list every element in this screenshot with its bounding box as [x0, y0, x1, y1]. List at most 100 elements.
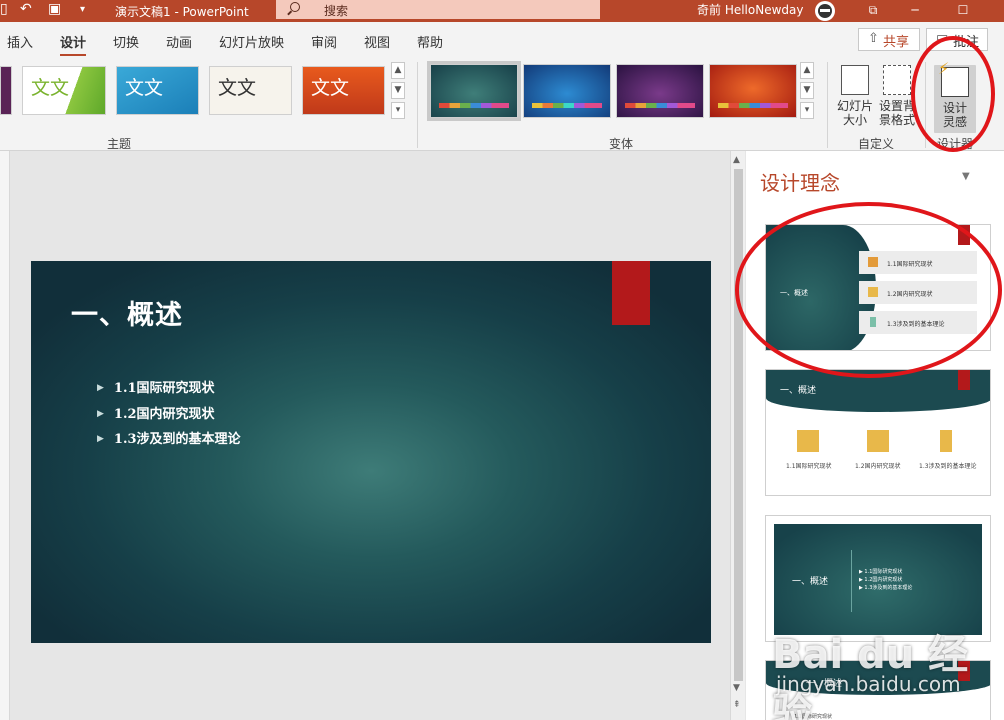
variants-group-label: 变体 — [609, 137, 634, 151]
idea-row: 1.1国际研究现状 — [859, 251, 977, 274]
variant-up-arrow[interactable]: ▲ — [800, 62, 814, 79]
idea-title: 一、概述 — [780, 386, 817, 396]
design-ideas-button[interactable]: 设计灵感 — [934, 62, 976, 133]
slide-size-icon — [841, 65, 869, 95]
tab-insert[interactable]: 插入 — [7, 32, 33, 51]
themes-group-label: 主题 — [107, 137, 132, 151]
document-title: 演示文稿1 - PowerPoint — [115, 5, 249, 19]
variant-palette — [625, 103, 695, 108]
editor-scrollbar[interactable]: ▲ ▼ ⇞ — [730, 151, 745, 720]
idea-divider — [851, 550, 852, 612]
books-icon — [868, 257, 878, 267]
scroll-prev-slide-arrow[interactable]: ⇞ — [733, 700, 741, 710]
library-icon — [867, 430, 889, 452]
tab-slideshow[interactable]: 幻灯片放映 — [219, 32, 284, 51]
slide-title[interactable]: 一、概述 — [71, 293, 183, 332]
theme-thumb-green[interactable]: 文文 — [22, 66, 106, 115]
variant-more-arrow[interactable]: ▾ — [800, 102, 814, 119]
variant-red[interactable] — [709, 64, 797, 118]
slide-bullet: 1.1国际研究现状 — [97, 377, 241, 403]
slide-editor: 一、概述 1.1国际研究现状 1.2国内研究现状 1.3涉及到的基本理论 — [0, 151, 730, 720]
scroll-down-arrow[interactable]: ▼ — [733, 683, 740, 693]
tab-help[interactable]: 帮助 — [417, 32, 443, 51]
undo-icon[interactable]: ↶ — [20, 1, 32, 17]
idea-title: 一、概述 — [792, 577, 829, 587]
idea-title: 一、概述 — [780, 289, 808, 297]
variant-palette — [439, 103, 509, 108]
slide-bullet: 1.2国内研究现状 — [97, 403, 241, 429]
group-separator — [417, 62, 418, 148]
ribbon-body: 文文 文文 文文 文文 ▲ ▼ ▾ 主题 ▲ ▼ ▾ 变体 幻灯片大小 设置背景… — [0, 56, 1004, 151]
idea-caption: 1.1国际研究现状 — [786, 463, 832, 470]
customize-group-label: 自定义 — [858, 137, 895, 151]
person-icon — [870, 317, 876, 327]
theme-sample-text: 文文 — [125, 77, 164, 99]
theme-thumb-partial[interactable] — [0, 66, 12, 115]
library-icon — [868, 287, 878, 297]
watermark-logo: Bai du 经验 — [772, 632, 969, 720]
idea-caption: 1.3涉及到的基本理论 — [919, 463, 977, 470]
theme-thumb-orange[interactable]: 文文 — [302, 66, 385, 115]
format-background-icon — [883, 65, 911, 95]
scroll-thumb[interactable] — [734, 169, 743, 681]
format-background-label: 设置背景格式 — [878, 99, 915, 127]
search-box[interactable]: 搜索 — [276, 0, 600, 19]
theme-thumb-beige[interactable]: 文文 — [209, 66, 292, 115]
design-ideas-icon — [938, 62, 969, 97]
ribbon-display-options-icon[interactable]: ⧉ — [858, 0, 888, 22]
variant-purple[interactable] — [616, 64, 704, 118]
tab-design[interactable]: 设计 — [60, 32, 87, 57]
theme-sample-text: 文文 — [218, 77, 257, 99]
watermark-url: jingyan.baidu.com — [776, 672, 961, 696]
group-separator — [925, 62, 926, 148]
person-icon — [940, 430, 952, 452]
user-name[interactable]: 奇前 HelloNewday — [697, 1, 803, 18]
gallery-up-arrow[interactable]: ▲ — [391, 62, 405, 79]
present-icon[interactable]: ▣ — [48, 1, 61, 17]
current-slide[interactable]: 一、概述 1.1国际研究现状 1.2国内研究现状 1.3涉及到的基本理论 — [31, 261, 711, 643]
tab-review[interactable]: 审阅 — [311, 32, 337, 51]
avatar[interactable] — [815, 1, 835, 21]
search-icon — [290, 2, 300, 12]
search-placeholder: 搜索 — [324, 4, 349, 18]
tab-transitions[interactable]: 切换 — [113, 32, 139, 51]
slide-size-label: 幻灯片大小 — [836, 99, 873, 127]
pane-options-icon[interactable]: ▼ — [962, 171, 970, 182]
idea-row-label: 1.2国内研究现状 — [887, 291, 933, 298]
format-background-button[interactable]: 设置背景格式 — [876, 65, 918, 127]
design-idea-1[interactable]: 一、概述 1.1国际研究现状 1.2国内研究现状 1.3涉及到的基本理论 — [765, 224, 991, 351]
customize-quick-access-icon[interactable]: ▾ — [80, 4, 85, 15]
idea-item: ▶ 1.2国内研究现状 — [859, 577, 903, 583]
theme-sample-text: 文文 — [31, 77, 70, 99]
minimize-icon[interactable]: ─ — [900, 0, 930, 22]
variant-down-arrow[interactable]: ▼ — [800, 82, 814, 99]
baidu-watermark: Bai du 经验 jingyan.baidu.com — [772, 608, 1002, 720]
variant-palette — [718, 103, 788, 108]
gallery-more-arrow[interactable]: ▾ — [391, 102, 405, 119]
slide-bullet-list[interactable]: 1.1国际研究现状 1.2国内研究现状 1.3涉及到的基本理论 — [97, 377, 241, 454]
theme-sample-text: 文文 — [311, 77, 350, 99]
idea-row-label: 1.3涉及到的基本理论 — [887, 321, 945, 328]
idea-accent-tab — [958, 370, 970, 390]
tab-view[interactable]: 视图 — [364, 32, 390, 51]
gallery-down-arrow[interactable]: ▼ — [391, 82, 405, 99]
design-ideas-label: 设计灵感 — [942, 101, 967, 129]
slide-accent-tab — [612, 261, 650, 325]
share-button[interactable]: 共享 — [858, 28, 920, 51]
variant-palette — [532, 103, 602, 108]
variant-blue[interactable] — [523, 64, 611, 118]
ribbon-tabs: 插入 设计 切换 动画 幻灯片放映 审阅 视图 帮助 — [0, 22, 1004, 57]
save-icon[interactable]: ▯ — [0, 1, 8, 17]
slide-size-button[interactable]: 幻灯片大小 — [834, 65, 876, 127]
idea-accent-tab — [958, 225, 970, 245]
design-idea-2[interactable]: 一、概述 1.1国际研究现状 1.2国内研究现状 1.3涉及到的基本理论 — [765, 369, 991, 496]
pane-title: 设计理念 — [760, 171, 840, 195]
tab-animations[interactable]: 动画 — [166, 32, 192, 51]
theme-thumb-blue[interactable]: 文文 — [116, 66, 199, 115]
idea-item: ▶ 1.3涉及到的基本理论 — [859, 585, 913, 591]
slide-bullet: 1.3涉及到的基本理论 — [97, 428, 241, 454]
scroll-up-arrow[interactable]: ▲ — [733, 155, 740, 165]
maximize-icon[interactable]: ☐ — [948, 0, 978, 22]
comments-button[interactable]: 批注 — [926, 28, 988, 51]
variant-teal[interactable] — [427, 61, 521, 121]
